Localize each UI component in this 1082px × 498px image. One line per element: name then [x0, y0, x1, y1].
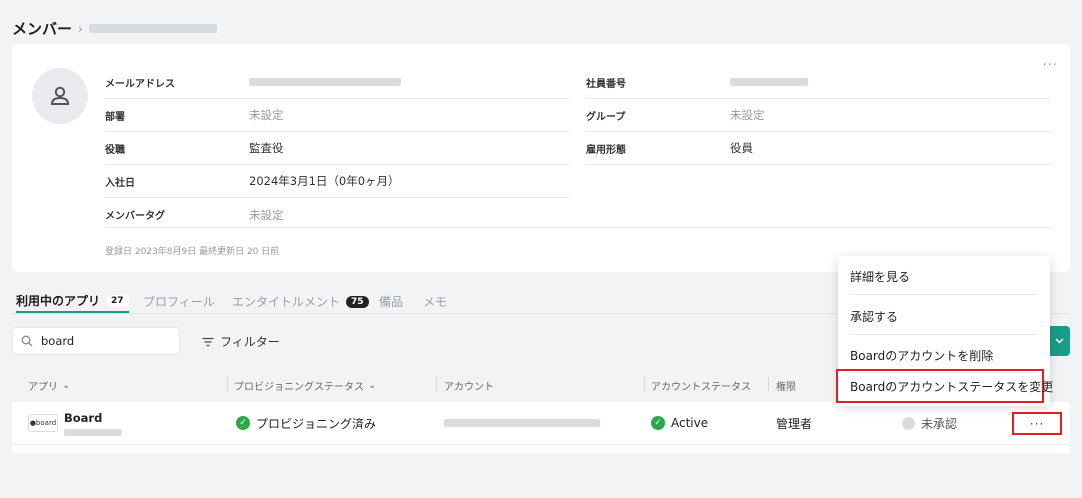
account-status-cell: ✓ Active — [651, 402, 708, 444]
column-header-label: 権限 — [776, 382, 796, 393]
tab-equipment[interactable]: 備品 — [379, 290, 403, 313]
field-label: 部署 — [105, 111, 125, 123]
tab-count-badge: 27 — [106, 294, 129, 307]
context-menu: 詳細を見る 承認する Boardのアカウントを削除 Boardのアカウントステー… — [836, 256, 1053, 406]
tab-label: 利用中のアプリ — [16, 294, 101, 308]
tab-label: メモ — [423, 295, 448, 309]
avatar — [32, 68, 88, 124]
column-divider — [644, 377, 645, 391]
filter-icon — [202, 337, 214, 346]
action-dropdown-button[interactable] — [1048, 326, 1070, 356]
tab-profile[interactable]: プロフィール — [143, 290, 215, 313]
tab-count-badge: 75 — [346, 295, 369, 308]
column-divider — [768, 377, 769, 391]
check-circle-icon: ✓ — [651, 416, 665, 430]
field-value: 未設定 — [730, 108, 765, 122]
breadcrumb: メンバー › — [12, 18, 217, 39]
chevron-down-icon — [1054, 338, 1064, 344]
divider — [105, 227, 1051, 228]
menu-divider — [850, 334, 1037, 335]
email-redacted — [249, 78, 401, 86]
profile-fields-left: メールアドレス 部署 未設定 役職 監査役 入社日 2024年3月1日（0年0ヶ… — [105, 66, 570, 231]
field-value: 2024年3月1日（0年0ヶ月） — [249, 174, 400, 188]
search-icon — [21, 335, 33, 347]
chevron-down-icon: ⌄ — [62, 380, 71, 391]
provisioning-cell: ✓ プロビジョニング済み — [236, 402, 376, 444]
filter-label: フィルター — [220, 335, 280, 349]
menu-item-change-account-status[interactable]: Boardのアカウントステータスを変更 — [850, 378, 1053, 395]
column-header-role: 権限 — [776, 378, 796, 393]
employee-number-redacted — [730, 78, 808, 86]
search-input[interactable] — [41, 334, 161, 348]
row-more-button[interactable]: ··· — [1012, 412, 1062, 435]
user-icon — [50, 86, 70, 105]
column-header-account: アカウント — [444, 378, 494, 393]
column-header-provisioning[interactable]: プロビジョニングステータス ⌄ — [234, 378, 376, 393]
tab-entitlement[interactable]: エンタイトルメント 75 — [232, 290, 369, 313]
approval-status: 未承認 — [921, 416, 958, 431]
profile-fields-right: 社員番号 グループ 未設定 雇用形態 役員 — [586, 66, 1051, 165]
check-circle-icon: ✓ — [236, 416, 250, 430]
field-department: 部署 未設定 — [105, 99, 570, 132]
registration-meta: 登録日 2023年8月9日 最終更新日 20 日前 — [105, 247, 280, 257]
chevron-down-icon: ⌄ — [368, 380, 377, 391]
field-label: グループ — [586, 111, 626, 123]
field-label: 社員番号 — [586, 78, 626, 90]
tab-label: プロフィール — [143, 295, 215, 309]
field-value: 未設定 — [249, 207, 284, 222]
approval-cell: 未承認 — [902, 402, 957, 444]
role-value: 管理者 — [776, 416, 813, 431]
tab-label: 備品 — [379, 295, 404, 309]
table-footer — [12, 444, 1070, 453]
field-label: メールアドレス — [105, 78, 175, 90]
field-value: 役員 — [730, 141, 753, 155]
field-label: 雇用形態 — [586, 144, 626, 156]
menu-divider — [850, 294, 1037, 295]
account-cell — [444, 402, 600, 444]
column-divider — [227, 377, 228, 391]
tab-apps-in-use[interactable]: 利用中のアプリ 27 — [16, 290, 129, 313]
profile-card: ··· メールアドレス 部署 未設定 役職 監査役 入社日 2024年3月1日（… — [12, 44, 1070, 272]
account-status: Active — [671, 416, 709, 430]
pending-dot-icon — [902, 416, 915, 430]
field-employee-number: 社員番号 — [586, 66, 1051, 99]
menu-item-delete-account[interactable]: Boardのアカウントを削除 — [850, 347, 993, 364]
table-row[interactable]: ●board Board ✓ プロビジョニング済み ✓ Active 管理者 未… — [12, 402, 1070, 444]
tab-memo[interactable]: メモ — [423, 290, 447, 313]
column-header-label: アカウントステータス — [651, 382, 751, 393]
search-box[interactable] — [12, 327, 180, 355]
field-join-date: 入社日 2024年3月1日（0年0ヶ月） — [105, 165, 570, 198]
field-employment-type: 雇用形態 役員 — [586, 132, 1051, 165]
breadcrumb-separator: › — [78, 21, 83, 36]
account-redacted — [444, 419, 600, 427]
filter-button[interactable]: フィルター — [202, 333, 280, 350]
field-position: 役職 監査役 — [105, 132, 570, 165]
board-logo-icon: ●board — [28, 414, 58, 432]
member-name-redacted — [88, 24, 217, 33]
provisioning-status: プロビジョニング済み — [256, 416, 377, 431]
column-header-label: アプリ — [28, 382, 58, 393]
app-cell: ●board Board — [28, 402, 122, 444]
field-value: 監査役 — [249, 141, 284, 155]
tab-label: エンタイトルメント — [232, 295, 341, 309]
column-header-account-status: アカウントステータス — [651, 378, 751, 393]
column-header-label: プロビジョニングステータス — [234, 382, 364, 393]
menu-item-view-details[interactable]: 詳細を見る — [850, 268, 910, 285]
field-email: メールアドレス — [105, 66, 570, 99]
app-name[interactable]: Board — [64, 411, 122, 425]
column-header-label: アカウント — [444, 382, 494, 393]
field-group: グループ 未設定 — [586, 99, 1051, 132]
field-value: 未設定 — [249, 108, 284, 122]
field-label: メンバータグ — [105, 211, 165, 222]
menu-item-approve[interactable]: 承認する — [850, 308, 898, 325]
role-cell: 管理者 — [776, 402, 812, 444]
field-label: 役職 — [105, 144, 125, 156]
field-label: 入社日 — [105, 177, 135, 189]
app-subtitle-redacted — [64, 428, 122, 436]
column-header-app[interactable]: アプリ ⌄ — [28, 378, 70, 393]
column-divider — [436, 377, 437, 391]
breadcrumb-root[interactable]: メンバー — [12, 18, 72, 39]
